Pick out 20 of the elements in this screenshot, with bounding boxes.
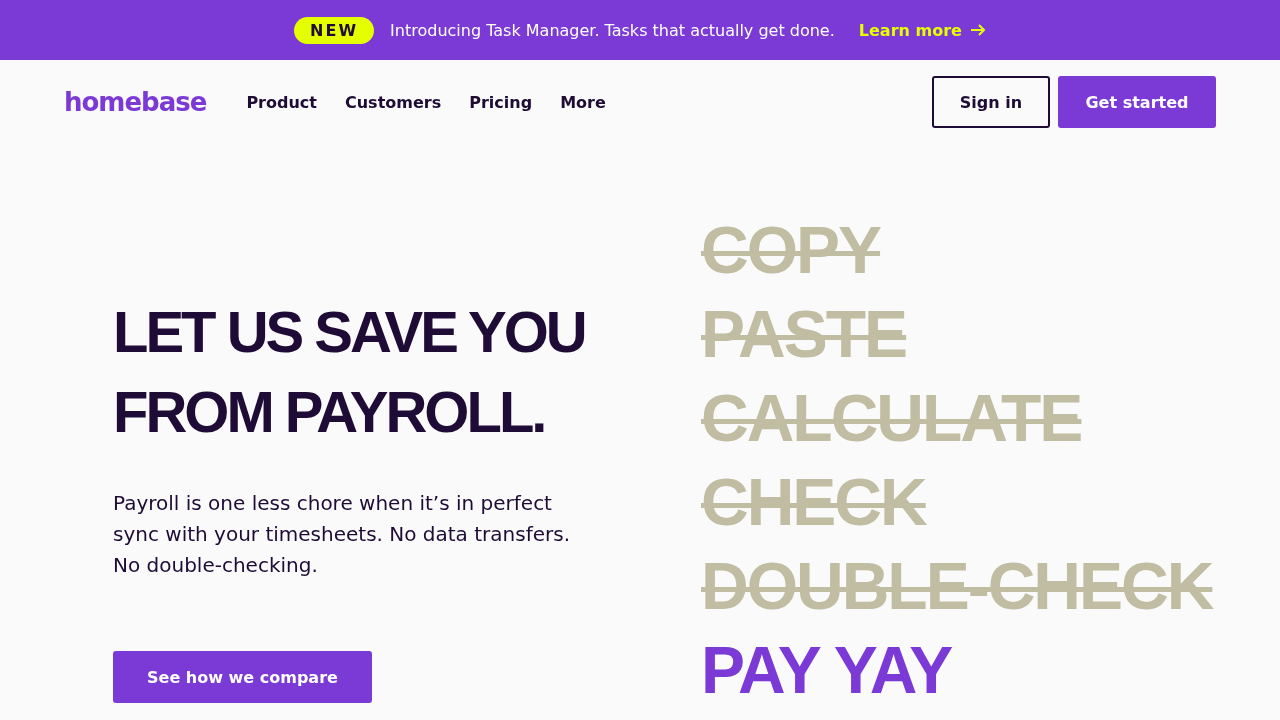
new-badge: NEW <box>294 16 375 44</box>
hero-description: Payroll is one less chore when it’s in perfect sync with your timesheets. No data transfers. No double-checking. <box>113 490 571 579</box>
compare-button[interactable]: See how we compare <box>113 651 372 703</box>
nav-link[interactable]: Pricing <box>469 92 533 112</box>
chore-word: DOUBLE-CHECK <box>701 548 1213 625</box>
nav-link[interactable]: Customers <box>344 92 442 112</box>
hero-headline: LET US SAVE YOU FROM PAYROLL. <box>113 298 586 446</box>
arrow-right-icon <box>969 23 986 37</box>
announcement-text: Introducing Task Manager. Tasks that actually get done. <box>390 20 835 40</box>
learn-more-link[interactable]: Learn more <box>858 20 986 40</box>
chore-word: CALCULATE <box>701 380 1082 457</box>
chore-word: CHECK <box>701 464 926 541</box>
chore-word: PAY YAY <box>701 632 952 709</box>
chore-word: PASTE <box>701 296 907 373</box>
homebase-logo[interactable]: homebase <box>64 87 207 117</box>
get-started-button[interactable]: Get started <box>1058 76 1216 128</box>
chore-word: COPY <box>701 212 881 289</box>
sign-in-button[interactable]: Sign in <box>932 76 1050 128</box>
nav-link[interactable]: More <box>560 92 606 112</box>
nav-link[interactable]: Product <box>246 92 317 112</box>
